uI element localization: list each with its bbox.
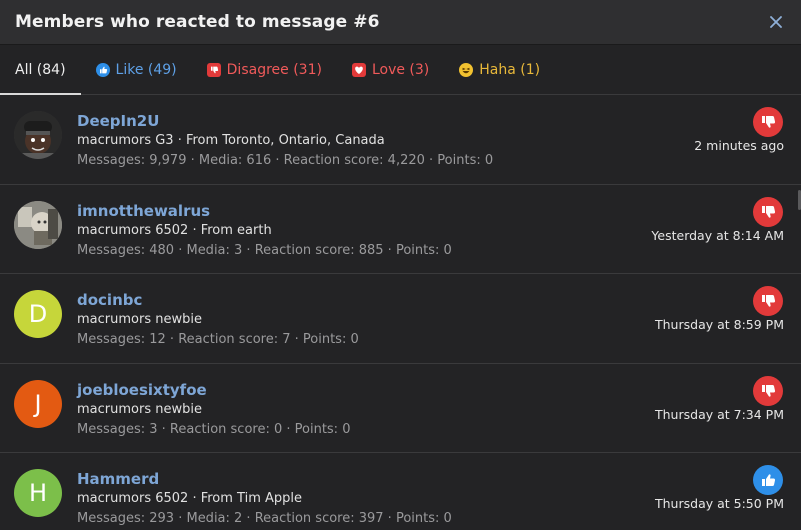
love-icon bbox=[351, 62, 366, 77]
avatar[interactable]: D bbox=[14, 290, 62, 338]
reaction-meta: Thursday at 8:59 PM bbox=[655, 286, 784, 332]
tab-haha-label: Haha (1) bbox=[479, 61, 541, 78]
tab-like-label: Like (49) bbox=[115, 61, 177, 78]
tab-disagree-label: Disagree (31) bbox=[226, 61, 322, 78]
member-username[interactable]: imnotthewalrus bbox=[77, 201, 210, 221]
member-stats: Messages: 12 · Reaction score: 7 · Point… bbox=[77, 332, 359, 347]
member-list: DeepIn2U macrumors G3 · From Toronto, On… bbox=[0, 95, 801, 530]
reaction-time[interactable]: Thursday at 5:50 PM bbox=[655, 496, 784, 511]
reaction-meta: Thursday at 7:34 PM bbox=[655, 375, 784, 422]
tab-haha[interactable]: Haha (1) bbox=[444, 45, 555, 94]
reaction-time[interactable]: Thursday at 8:59 PM bbox=[655, 317, 784, 332]
member-stats: Messages: 480 · Media: 3 · Reaction scor… bbox=[77, 242, 452, 258]
member-stats: Messages: 293 · Media: 2 · Reaction scor… bbox=[77, 511, 452, 526]
reaction-badge bbox=[753, 107, 783, 137]
member-stats: Messages: 3 · Reaction score: 0 · Points… bbox=[77, 421, 351, 437]
avatar-letter: H bbox=[28, 479, 48, 507]
like-icon bbox=[762, 474, 776, 486]
reaction-time[interactable]: 2 minutes ago bbox=[694, 138, 784, 153]
dialog-header: Members who reacted to message #6 bbox=[0, 0, 801, 45]
member-username[interactable]: Hammerd bbox=[77, 469, 159, 489]
member-row: imnotthewalrus macrumors 6502 · From ear… bbox=[0, 185, 801, 274]
disagree-icon bbox=[762, 295, 776, 307]
member-username[interactable]: docinbc bbox=[77, 290, 142, 310]
member-username[interactable]: DeepIn2U bbox=[77, 111, 159, 131]
avatar[interactable] bbox=[14, 200, 62, 249]
tab-all-label: All (84) bbox=[15, 61, 66, 78]
tab-like[interactable]: Like (49) bbox=[81, 45, 192, 94]
member-row: H Hammerd macrumors 6502 · From Tim Appl… bbox=[0, 453, 801, 530]
avatar-letter: D bbox=[28, 300, 48, 328]
close-button[interactable] bbox=[765, 11, 787, 33]
reaction-meta: 2 minutes ago bbox=[694, 107, 784, 153]
like-icon bbox=[95, 62, 110, 77]
disagree-icon bbox=[762, 205, 776, 218]
reaction-meta: Thursday at 5:50 PM bbox=[655, 465, 784, 511]
avatar-photo bbox=[14, 111, 62, 159]
reaction-meta: Yesterday at 8:14 AM bbox=[651, 196, 784, 243]
disagree-icon bbox=[762, 116, 776, 128]
tab-love[interactable]: Love (3) bbox=[337, 45, 444, 94]
haha-icon bbox=[459, 62, 474, 77]
reaction-time[interactable]: Thursday at 7:34 PM bbox=[655, 407, 784, 422]
close-icon bbox=[770, 16, 782, 28]
reaction-badge bbox=[753, 375, 783, 406]
avatar[interactable]: J bbox=[14, 379, 62, 428]
reaction-badge bbox=[753, 465, 783, 495]
disagree-icon bbox=[206, 62, 221, 77]
member-row: D docinbc macrumors newbie Messages: 12 … bbox=[0, 274, 801, 364]
reactions-dialog: Members who reacted to message #6 All (8… bbox=[0, 0, 801, 530]
member-title: macrumors G3 · From Toronto, Ontario, Ca… bbox=[77, 133, 385, 148]
member-username[interactable]: joebloesixtyfoe bbox=[77, 380, 207, 400]
reaction-badge bbox=[753, 286, 783, 316]
member-row: DeepIn2U macrumors G3 · From Toronto, On… bbox=[0, 95, 801, 185]
member-info: DeepIn2U macrumors G3 · From Toronto, On… bbox=[77, 111, 786, 171]
member-stats: Messages: 9,979 · Media: 616 · Reaction … bbox=[77, 153, 494, 168]
tab-all[interactable]: All (84) bbox=[0, 45, 81, 95]
reaction-tabs: All (84) Like (49) Disagree (31) Love (3… bbox=[0, 45, 801, 95]
reaction-badge bbox=[753, 196, 783, 227]
disagree-icon bbox=[762, 384, 776, 397]
member-row: J joebloesixtyfoe macrumors newbie Messa… bbox=[0, 364, 801, 453]
dialog-title: Members who reacted to message #6 bbox=[15, 12, 380, 32]
tab-disagree[interactable]: Disagree (31) bbox=[192, 45, 337, 94]
tab-love-label: Love (3) bbox=[371, 61, 430, 78]
reaction-time[interactable]: Yesterday at 8:14 AM bbox=[651, 228, 784, 243]
avatar-photo bbox=[14, 200, 62, 249]
avatar[interactable] bbox=[14, 111, 62, 159]
avatar-letter: J bbox=[34, 389, 42, 418]
avatar[interactable]: H bbox=[14, 469, 62, 517]
